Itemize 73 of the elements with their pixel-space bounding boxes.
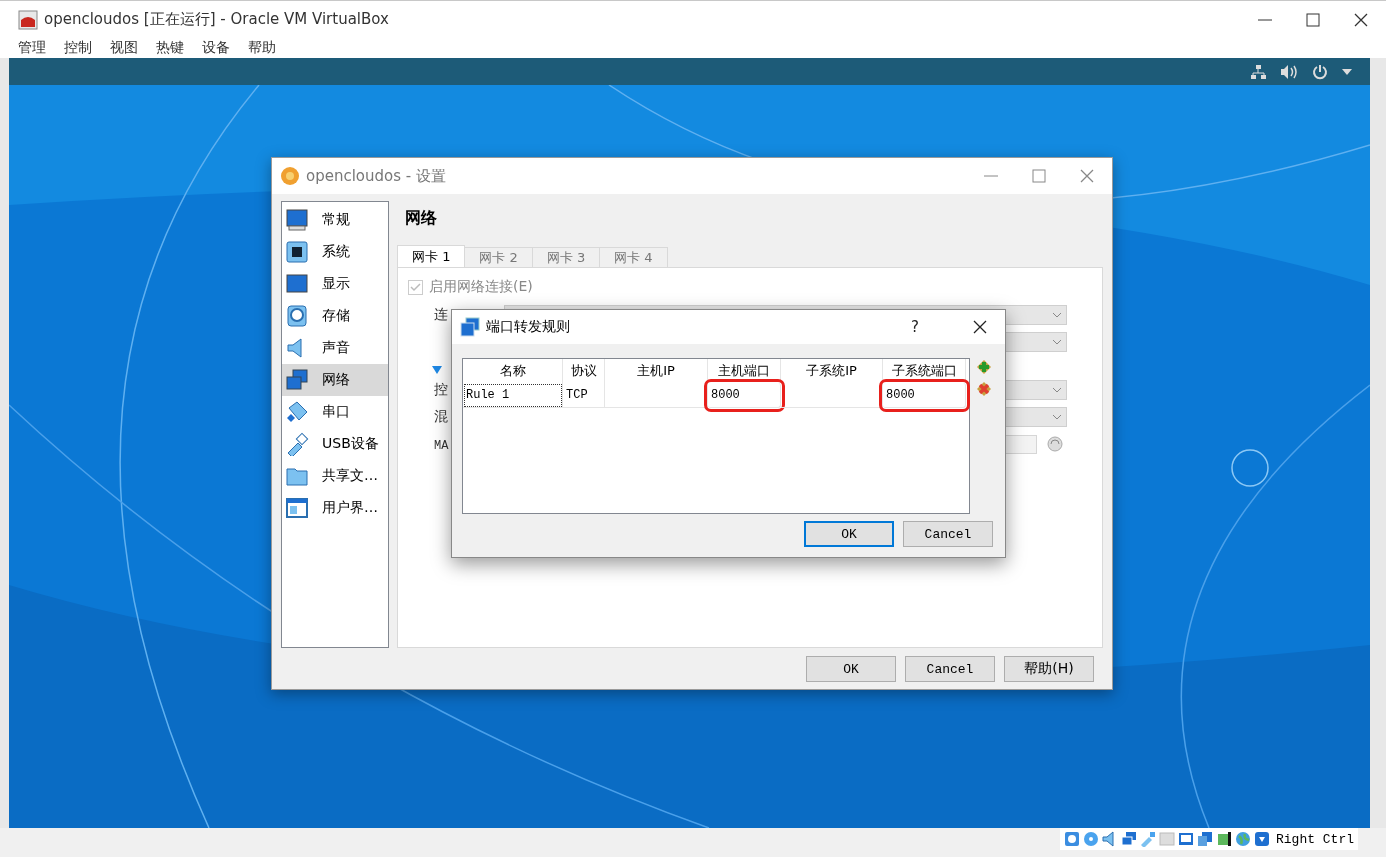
dropdown-icon [1052, 339, 1062, 345]
dropdown-icon [1052, 387, 1062, 393]
host-key-label: Right Ctrl [1276, 831, 1354, 847]
dialog-title: opencloudos - 设置 [306, 166, 446, 186]
screens-icon[interactable] [1197, 831, 1213, 847]
chip-icon [285, 240, 309, 264]
field-label: MA [434, 438, 449, 453]
cancel-button[interactable]: Cancel [903, 521, 993, 547]
usb-icon [285, 432, 309, 456]
maximize-icon [1032, 169, 1046, 183]
display-icon[interactable] [1178, 831, 1194, 847]
menu-item[interactable]: 热键 [156, 38, 184, 58]
optical-disc-icon[interactable] [1083, 831, 1099, 847]
network-icon [285, 368, 309, 392]
column-header[interactable]: 子系统IP [781, 359, 883, 383]
monitor-icon [285, 208, 309, 232]
table-cell: TCP [563, 383, 605, 408]
virtualbox-icon [18, 9, 38, 30]
table-cell: Rule 1 [463, 383, 563, 408]
close-icon [972, 319, 988, 335]
minimize-icon [984, 175, 998, 177]
column-header[interactable]: 子系统端口 [883, 359, 966, 383]
field-label: 控 [434, 381, 448, 397]
add-icon[interactable] [975, 358, 993, 376]
sidebar-item[interactable]: 共享文… [282, 460, 388, 492]
sidebar-item[interactable]: USB设备 [282, 428, 388, 460]
menu-item[interactable]: 管理 [18, 38, 46, 58]
network-icon[interactable] [1121, 831, 1137, 847]
ok-button[interactable]: OK [804, 521, 894, 547]
sidebar-item[interactable]: 声音 [282, 332, 388, 364]
menu-item[interactable]: 视图 [110, 38, 138, 58]
minimize-icon [1258, 18, 1272, 21]
window-icon [285, 496, 309, 520]
dropdown-icon [1052, 312, 1062, 318]
close-icon [1353, 11, 1369, 28]
close-icon [1079, 168, 1095, 184]
volume-icon[interactable] [1280, 63, 1298, 80]
menu-item[interactable]: 帮助 [248, 38, 276, 58]
maximize-icon [1306, 12, 1320, 27]
sidebar-item[interactable]: 存储 [282, 300, 388, 332]
checkbox-label: 启用网络连接(E) [429, 278, 533, 296]
column-header[interactable]: 协议 [563, 359, 605, 383]
dialog-title: 端口转发规则 [486, 318, 570, 336]
column-header[interactable]: 主机端口 [708, 359, 781, 383]
remove-icon[interactable] [975, 380, 993, 398]
help-button[interactable]: 帮助(H) [1004, 656, 1094, 682]
usb-icon[interactable] [1140, 831, 1156, 847]
dropdown-icon[interactable] [1342, 68, 1352, 75]
section-heading: 网络 [404, 207, 438, 229]
expand-triangle-icon[interactable] [432, 366, 442, 374]
display-icon [285, 272, 309, 296]
help-button[interactable]: ? [911, 318, 919, 336]
sidebar-item[interactable]: 显示 [282, 268, 388, 300]
sidebar-item[interactable]: 常规 [282, 204, 388, 236]
sidebar-item[interactable]: 串口 [282, 396, 388, 428]
sidebar-item[interactable]: 系统 [282, 236, 388, 268]
column-header[interactable]: 名称 [463, 359, 563, 383]
sidebar-item[interactable]: 网络 [282, 364, 388, 396]
menu-item[interactable]: 控制 [64, 38, 92, 58]
menu-item[interactable]: 设备 [202, 38, 230, 58]
sidebar-item[interactable]: 用户界… [282, 492, 388, 524]
network-icon[interactable] [1250, 63, 1266, 80]
tab[interactable]: 网卡 1 [397, 245, 466, 268]
column-header[interactable]: 主机IP [605, 359, 708, 383]
field-label: 混 [434, 408, 448, 424]
cancel-button[interactable]: Cancel [905, 656, 995, 682]
dropdown-icon [1052, 414, 1062, 420]
network-icon [460, 317, 480, 337]
power-icon[interactable] [1312, 63, 1328, 80]
window-title: opencloudos [正在运行] - Oracle VM VirtualBox [44, 10, 389, 29]
field-label: 连 [434, 306, 448, 322]
ok-button[interactable]: OK [806, 656, 896, 682]
tab[interactable]: 网卡 4 [599, 247, 668, 268]
